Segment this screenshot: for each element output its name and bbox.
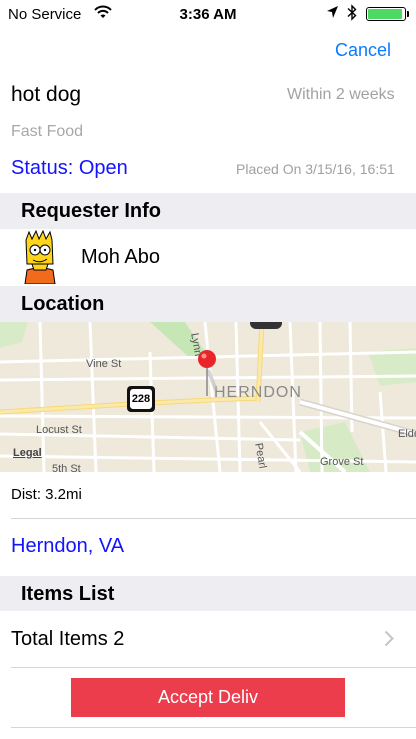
order-status: Status: Open bbox=[11, 157, 128, 179]
cancel-button[interactable]: Cancel bbox=[335, 40, 391, 61]
route-shield-icon bbox=[250, 322, 282, 329]
battery-level bbox=[368, 9, 403, 19]
items-section-header: Items List bbox=[0, 576, 416, 611]
section-title: Items List bbox=[21, 583, 115, 605]
location-arrow-icon bbox=[326, 5, 339, 23]
street-label: Locust St bbox=[36, 424, 82, 436]
map-pin-icon[interactable] bbox=[196, 350, 224, 405]
map-view[interactable]: Vine St Locust St 5th St Grove St Elden … bbox=[0, 322, 416, 472]
accept-delivery-button[interactable]: Accept Deliv bbox=[71, 678, 345, 717]
street-label: Elden bbox=[398, 428, 416, 440]
route-shield-icon: 228 bbox=[127, 386, 155, 412]
divider bbox=[11, 727, 416, 728]
battery-cap bbox=[407, 11, 409, 17]
bluetooth-icon bbox=[347, 4, 357, 25]
section-title: Location bbox=[21, 293, 105, 315]
location-section-header: Location bbox=[0, 286, 416, 322]
battery-icon bbox=[366, 7, 406, 21]
street-label: Vine St bbox=[86, 358, 122, 370]
order-title: hot dog bbox=[11, 83, 82, 106]
legal-link[interactable]: Legal bbox=[13, 447, 42, 459]
street-label: Grove St bbox=[320, 456, 364, 468]
status-bar: No Service 3:36 AM bbox=[0, 0, 416, 28]
route-number: 228 bbox=[130, 389, 152, 409]
avatar bbox=[19, 229, 61, 285]
total-items-label: Total Items 2 bbox=[11, 628, 125, 650]
order-category: Fast Food bbox=[11, 123, 84, 140]
divider bbox=[11, 667, 416, 668]
city-label: Herndon, VA bbox=[11, 535, 125, 557]
total-items-row[interactable]: Total Items 2 bbox=[0, 611, 416, 667]
requester-name: Moh Abo bbox=[81, 246, 160, 268]
chevron-right-icon bbox=[384, 630, 394, 652]
distance-label: Dist: 3.2mi bbox=[11, 486, 82, 503]
divider bbox=[11, 518, 416, 519]
town-label: HERNDON bbox=[214, 384, 302, 401]
order-placed-date: Placed On 3/15/16, 16:51 bbox=[236, 161, 395, 177]
order-deadline: Within 2 weeks bbox=[287, 86, 395, 103]
section-title: Requester Info bbox=[21, 200, 162, 222]
street-label: 5th St bbox=[52, 463, 81, 472]
requester-section-header: Requester Info bbox=[0, 193, 416, 229]
